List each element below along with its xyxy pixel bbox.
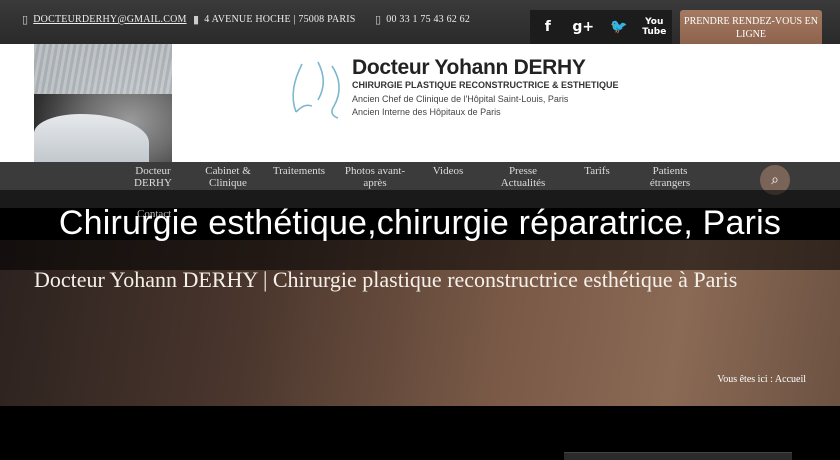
nav-item-docteur[interactable]: Docteur DERHY: [132, 165, 174, 189]
surgical-mask: [34, 114, 149, 162]
content-box: [564, 452, 792, 460]
address-text: 4 AVENUE HOCHE | 75008 PARIS: [204, 14, 356, 25]
top-bar: ▯ DOCTEURDERHY@GMAIL.COM ▮ 4 AVENUE HOCH…: [0, 0, 840, 44]
nav-item-videos[interactable]: Videos: [428, 165, 468, 177]
overlay-title: Chirurgie esthétique,chirurgie réparatri…: [58, 204, 782, 242]
nav-item-presse[interactable]: Presse Actualités: [494, 165, 552, 189]
logo-credential-1: Ancien Chef de Clinique de l'Hôpital Sai…: [352, 94, 569, 104]
nav-item-tarifs[interactable]: Tarifs: [578, 165, 616, 177]
nav-item-photos[interactable]: Photos avant-après: [340, 165, 410, 189]
search-icon: ⌕: [771, 172, 779, 188]
overlay-title-band: Contact Chirurgie esthétique,chirurgie r…: [0, 190, 840, 270]
social-links: f g+ 🐦 You Tube: [530, 10, 672, 44]
breadcrumb-prefix: Vous êtes ici :: [717, 374, 773, 385]
phone-icon: ▯: [375, 13, 382, 26]
logo-name[interactable]: Docteur Yohann DERHY: [352, 56, 586, 80]
mobile-icon: ▯: [22, 13, 29, 26]
logo-subtitle: CHIRURGIE PLASTIQUE RECONSTRUCTRICE & ES…: [352, 80, 619, 90]
site-header: Docteur Yohann DERHY CHIRURGIE PLASTIQUE…: [0, 44, 840, 162]
nav-item-cabinet[interactable]: Cabinet & Clinique: [200, 165, 256, 189]
phone-text: 00 33 1 75 43 62 62: [386, 14, 471, 25]
twitter-icon[interactable]: 🐦: [601, 19, 637, 35]
breadcrumb-home[interactable]: Accueil: [775, 374, 806, 385]
page-heading: Docteur Yohann DERHY | Chirurgie plastiq…: [34, 267, 738, 292]
address-contact: ▮ 4 AVENUE HOCHE | 75008 PARIS: [193, 13, 356, 26]
nav-item-patients[interactable]: Patients étrangers: [640, 165, 700, 189]
facebook-icon[interactable]: f: [530, 19, 566, 35]
google-plus-icon[interactable]: g+: [566, 19, 602, 35]
page-bottom: [0, 406, 840, 460]
surgical-cap: [34, 44, 172, 94]
map-pin-icon: ▮: [193, 13, 200, 26]
logo-credential-2: Ancien Interne des Hôpitaux de Paris: [352, 107, 501, 117]
email-link[interactable]: DOCTEURDERHY@GMAIL.COM: [33, 14, 186, 25]
surgeon-photo: [34, 44, 172, 162]
breadcrumb: Vous êtes ici : Accueil: [717, 374, 806, 385]
phone-contact: ▯ 00 33 1 75 43 62 62: [375, 13, 470, 26]
appointment-button[interactable]: PRENDRE RENDEZ-VOUS EN LIGNE: [680, 10, 822, 44]
youtube-icon[interactable]: You Tube: [637, 17, 673, 37]
logo-mark-icon[interactable]: [288, 60, 348, 120]
nav-item-traitements[interactable]: Traitements: [268, 165, 330, 177]
email-contact: ▯ DOCTEURDERHY@GMAIL.COM: [22, 13, 187, 26]
